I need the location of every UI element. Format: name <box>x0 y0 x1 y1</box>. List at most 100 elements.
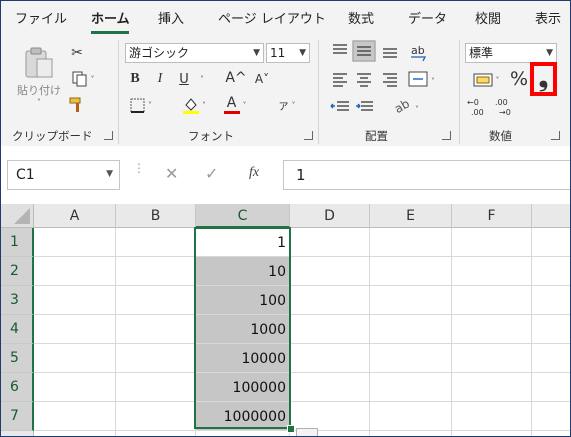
paste-dropdown-icon: ˅ <box>37 97 41 107</box>
number-format-value: 標準 <box>469 46 494 60</box>
increase-decimal-button[interactable]: ←0.00 <box>466 96 490 118</box>
paste-icon <box>25 47 53 77</box>
row-header-7[interactable]: 7 <box>0 402 34 431</box>
chevron-down-icon: ▼ <box>253 48 260 58</box>
increase-decimal-icon: ←0.00 <box>467 98 484 117</box>
tab-page-layout[interactable]: ページ レイアウト <box>218 8 326 27</box>
accounting-icon <box>473 73 492 87</box>
italic-button[interactable]: I <box>151 70 169 88</box>
copy-button[interactable]: ˅ <box>66 70 100 88</box>
shrink-font-button[interactable]: A˅ <box>252 70 272 88</box>
select-all-button[interactable] <box>0 204 34 228</box>
percent-style-button[interactable]: % <box>508 68 530 90</box>
tab-insert[interactable]: 挿入 <box>158 8 184 27</box>
cell-c6[interactable]: 100000 <box>196 373 290 401</box>
column-header-d[interactable]: D <box>290 204 370 228</box>
column-header-e[interactable]: E <box>370 204 452 228</box>
fill-handle[interactable] <box>287 425 295 433</box>
gridline <box>34 314 571 315</box>
cell-c1[interactable]: 1 <box>196 228 290 256</box>
svg-text:←0: ←0 <box>467 98 479 107</box>
chevron-down-icon: ▼ <box>299 48 306 58</box>
group-separator <box>118 40 119 144</box>
svg-text:→0: →0 <box>499 108 511 117</box>
gridline <box>34 401 571 402</box>
row-header-8[interactable] <box>0 431 34 437</box>
phonetic-button[interactable]: ア ˅ <box>272 94 302 116</box>
copy-icon <box>72 71 86 87</box>
borders-button[interactable]: ˅ <box>126 96 156 114</box>
gridline <box>34 256 571 257</box>
underline-button[interactable]: U <box>175 70 193 88</box>
alignment-launcher-icon[interactable] <box>442 131 451 140</box>
tab-review[interactable]: 校閲 <box>475 8 501 27</box>
cell-c2[interactable]: 10 <box>196 257 290 285</box>
active-tab-indicator <box>91 31 129 34</box>
formula-input[interactable]: 1 <box>283 160 571 190</box>
row-header-4[interactable]: 4 <box>0 315 34 344</box>
formula-bar-grip-icon[interactable]: ⋮ <box>133 162 145 174</box>
number-format-combo[interactable]: 標準 ▼ <box>465 43 557 63</box>
name-box-value: C1 <box>16 167 35 183</box>
cell-c7[interactable]: 1000000 <box>196 402 290 430</box>
gridline <box>34 372 571 373</box>
tab-data[interactable]: データ <box>408 8 447 27</box>
row-header-1[interactable]: 1 <box>0 228 34 257</box>
font-size-combo[interactable]: 11 ▼ <box>266 43 310 63</box>
cell-c4[interactable]: 1000 <box>196 315 290 343</box>
font-launcher-icon[interactable] <box>304 131 313 140</box>
bold-button[interactable]: B <box>126 70 144 88</box>
quick-analysis-button[interactable] <box>296 428 318 437</box>
row-header-5[interactable]: 5 <box>0 344 34 373</box>
font-name-combo[interactable]: 游ゴシック ▼ <box>125 43 264 63</box>
underline-dropdown-icon[interactable]: ˅ <box>196 70 208 88</box>
decrease-decimal-button[interactable]: .00 →0 <box>494 96 518 118</box>
cell-c5[interactable]: 10000 <box>196 344 290 372</box>
insert-function-icon[interactable]: fx <box>249 165 259 181</box>
chevron-down-icon[interactable]: ▼ <box>106 169 113 179</box>
svg-text:˅: ˅ <box>431 77 435 86</box>
column-header-g[interactable] <box>532 204 571 228</box>
font-color-button[interactable]: A ˅ <box>219 94 251 116</box>
font-color-bar <box>223 111 240 114</box>
name-box[interactable]: C1 ▼ <box>7 160 120 190</box>
gridline <box>451 228 452 437</box>
column-header-c[interactable]: C <box>196 204 290 228</box>
gridline <box>531 228 532 437</box>
cell-c3[interactable]: 100 <box>196 286 290 314</box>
fill-color-button[interactable]: ˅ <box>178 94 210 116</box>
paste-label: 貼り付け <box>17 83 61 97</box>
tab-view[interactable]: 表示 <box>535 8 561 27</box>
font-color-letter: A <box>226 95 237 111</box>
tab-formulas[interactable]: 数式 <box>348 8 374 27</box>
tab-home[interactable]: ホーム <box>91 8 130 27</box>
enter-check-icon[interactable]: ✓ <box>205 164 218 183</box>
svg-text:.00: .00 <box>495 98 508 107</box>
gridline <box>369 228 370 437</box>
group-separator <box>318 40 319 144</box>
row-header-6[interactable]: 6 <box>0 373 34 402</box>
alignment-buttons[interactable]: ab ˅ ab ˅ <box>327 40 457 122</box>
borders-icon <box>130 98 145 113</box>
grow-font-button[interactable]: A^ <box>225 68 246 88</box>
chevron-down-icon: ▼ <box>546 48 553 58</box>
row-header-3[interactable]: 3 <box>0 286 34 315</box>
cancel-icon[interactable]: ✕ <box>165 164 178 183</box>
svg-text:ab: ab <box>392 96 412 116</box>
cut-icon[interactable]: ✂ <box>66 44 88 62</box>
tab-file[interactable]: ファイル <box>15 8 67 27</box>
clipboard-launcher-icon[interactable] <box>104 131 113 140</box>
paste-button[interactable]: 貼り付け ˅ <box>14 44 64 108</box>
format-painter-button[interactable] <box>66 96 88 114</box>
select-all-icon <box>14 208 30 224</box>
column-header-b[interactable]: B <box>116 204 196 228</box>
row-header-2[interactable]: 2 <box>0 257 34 286</box>
accounting-format-button[interactable]: ˅ <box>466 70 506 90</box>
gridline <box>34 285 571 286</box>
column-header-a[interactable]: A <box>34 204 116 228</box>
group-separator <box>459 40 460 144</box>
comma-style-button[interactable]: ❟ <box>530 62 557 96</box>
column-header-f[interactable]: F <box>452 204 532 228</box>
number-launcher-icon[interactable] <box>551 131 560 140</box>
clipboard-group-label: クリップボード <box>12 129 93 143</box>
